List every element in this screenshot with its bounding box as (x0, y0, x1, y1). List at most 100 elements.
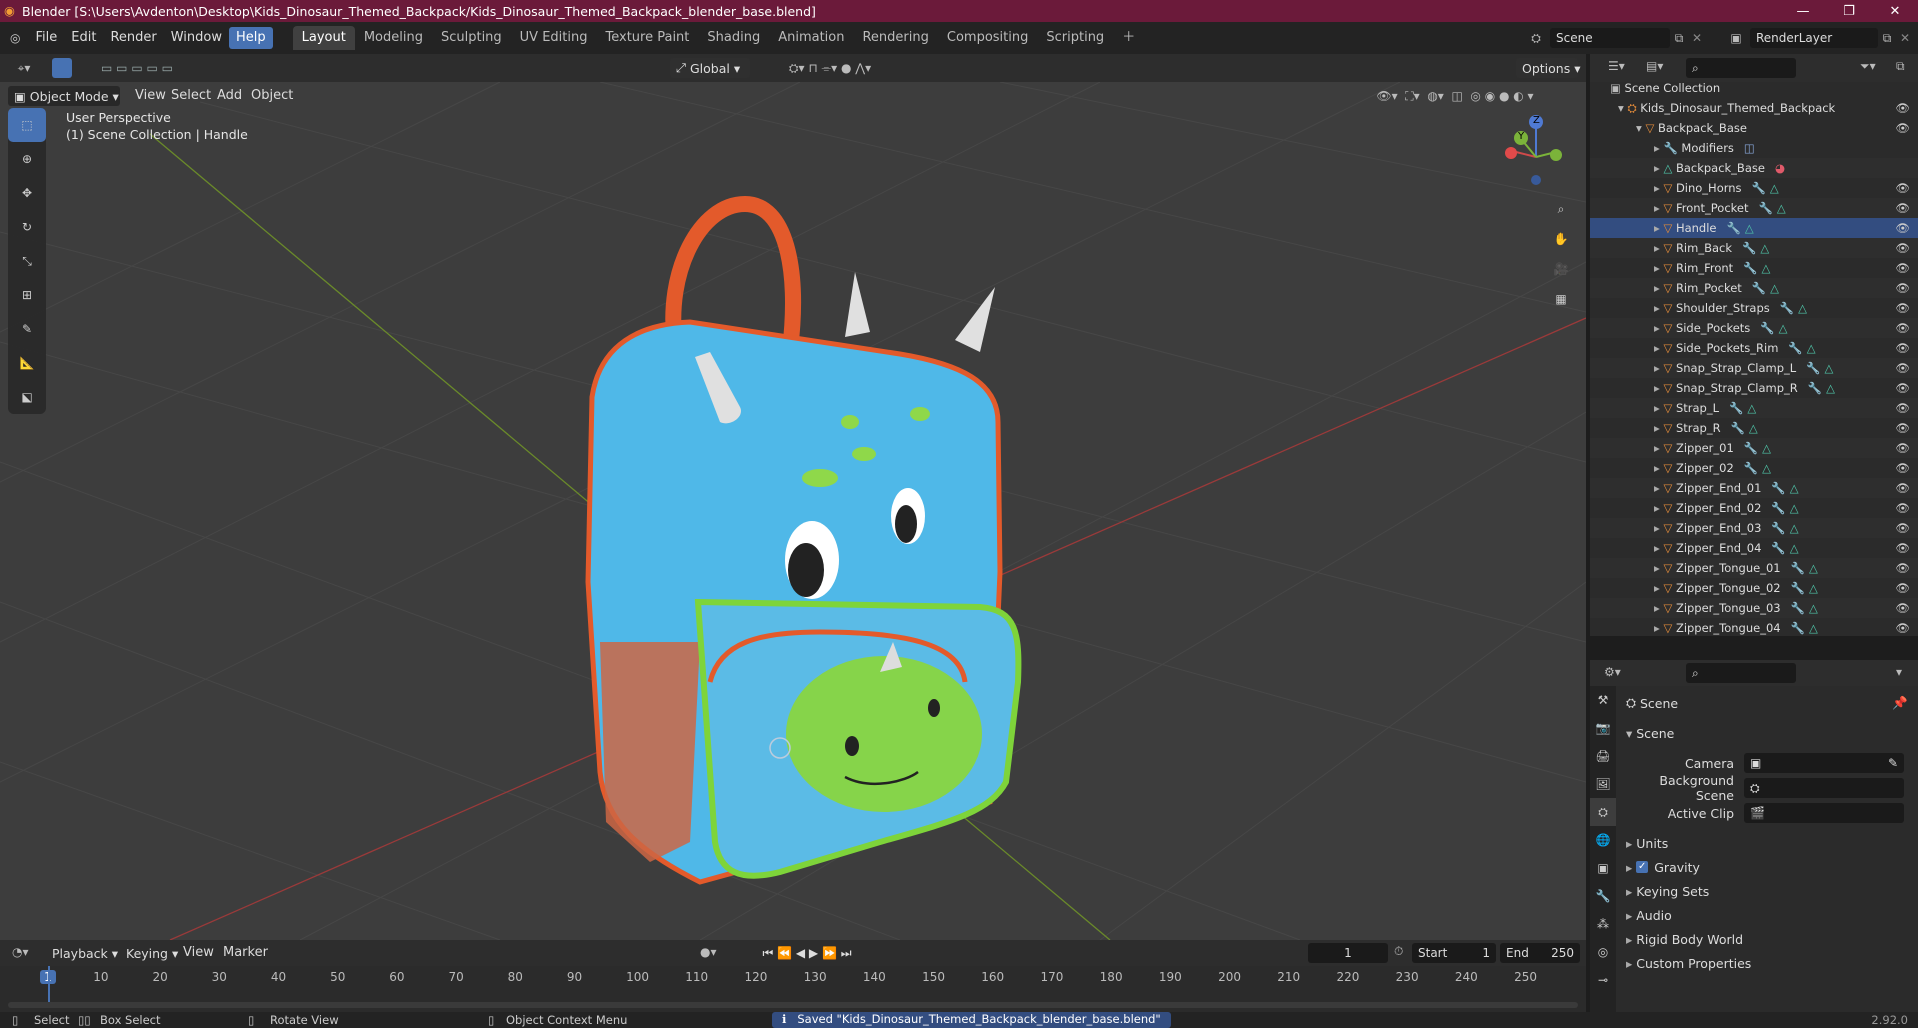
render-layer-field[interactable]: RenderLayer (1750, 28, 1878, 48)
menu-window[interactable]: Window (164, 27, 229, 49)
select-mode-icons[interactable]: ▭ ▭ ▭ ▭ ▭ (92, 60, 182, 76)
expand-icon[interactable]: ▸ (1654, 261, 1663, 275)
scene-selector[interactable]: ⛭ Scene ⧉ ✕ (1522, 27, 1706, 49)
add-workspace-icon[interactable]: ＋ (1113, 26, 1144, 50)
visibility-eye-icon[interactable]: 👁 (1895, 361, 1910, 375)
measure-tool-icon[interactable]: 📐 (8, 346, 46, 380)
select-box-tool-icon[interactable]: ⬚ (8, 108, 46, 142)
eyedropper-icon[interactable]: ✎ (1888, 756, 1898, 770)
properties-editor-icon[interactable]: ⚙▾ (1604, 665, 1621, 679)
menu-help[interactable]: Help (228, 27, 273, 49)
outliner-row-handle[interactable]: ▸ ▽ Handle 🔧 △ 👁 (1590, 218, 1918, 238)
section-audio[interactable]: ▸ Audio (1626, 904, 1918, 926)
outliner-row-shoulder-straps[interactable]: ▸ ▽ Shoulder_Straps 🔧 △ 👁 (1590, 298, 1918, 318)
playback-controls[interactable]: ⏮ ⏪ ◀ ▶ ⏩ ⏭ (748, 944, 866, 962)
expand-icon[interactable]: ▸ (1654, 361, 1663, 375)
snapping-controls[interactable]: ⛭▾ ⊓ ⌯▾ ● ⋀▾ (760, 60, 900, 76)
section-custom-properties[interactable]: ▸ Custom Properties (1626, 952, 1918, 974)
add-cube-tool-icon[interactable]: ⬕ (8, 380, 46, 414)
keying-menu[interactable]: Keying ▾ (120, 943, 178, 963)
visibility-eye-icon[interactable]: 👁 (1895, 221, 1910, 235)
scene-name-field[interactable]: Scene (1550, 28, 1670, 48)
section-keying-sets[interactable]: ▸ Keying Sets (1626, 880, 1918, 902)
maximize-button[interactable]: ❐ (1826, 0, 1872, 22)
visibility-eye-icon[interactable]: 👁 (1895, 321, 1910, 335)
rotate-tool-icon[interactable]: ↻ (8, 210, 46, 244)
visibility-eye-icon[interactable]: 👁 (1895, 381, 1910, 395)
world-tab-icon[interactable]: 🌐 (1590, 826, 1616, 854)
view-layer-tab-icon[interactable]: 🖼 (1590, 770, 1616, 798)
menu-render[interactable]: Render (103, 27, 163, 49)
outliner-editor-icon[interactable]: ☰▾ (1608, 59, 1625, 73)
expand-icon[interactable]: ▸ (1654, 421, 1663, 435)
copy-layer-icon[interactable]: ⧉ (1878, 31, 1896, 46)
camera-view-icon[interactable]: 🎥 (1548, 254, 1574, 284)
visibility-eye-icon[interactable]: 👁 (1895, 621, 1910, 635)
visibility-eye-icon[interactable]: 👁 (1895, 601, 1910, 615)
object-tab-icon[interactable]: ▣ (1590, 854, 1616, 882)
minimize-button[interactable]: — (1780, 0, 1826, 22)
remove-layer-icon[interactable]: ✕ (1896, 31, 1914, 45)
tab-uv-editing[interactable]: UV Editing (511, 26, 597, 50)
outliner-row-side-pockets[interactable]: ▸ ▽ Side_Pockets 🔧 △ 👁 (1590, 318, 1918, 338)
visibility-eye-icon[interactable]: 👁 (1895, 101, 1910, 115)
outliner-row-zipper-tongue-02[interactable]: ▸ ▽ Zipper_Tongue_02 🔧 △ 👁 (1590, 578, 1918, 598)
outliner-row-zipper-end-02[interactable]: ▸ ▽ Zipper_End_02 🔧 △ 👁 (1590, 498, 1918, 518)
expand-icon[interactable]: ▸ (1654, 281, 1663, 295)
copy-icon[interactable]: ⧉ (1670, 31, 1688, 46)
expand-icon[interactable]: ▸ (1654, 381, 1663, 395)
expand-icon[interactable]: ▸ (1654, 581, 1663, 595)
ortho-grid-icon[interactable]: ▦ (1548, 284, 1574, 314)
end-frame-field[interactable]: End 250 (1500, 943, 1580, 963)
collapse-icon[interactable]: ▾ (1896, 665, 1902, 679)
outliner-row-zipper-end-04[interactable]: ▸ ▽ Zipper_End_04 🔧 △ 👁 (1590, 538, 1918, 558)
expand-icon[interactable]: ▸ (1654, 501, 1663, 515)
tab-texture-paint[interactable]: Texture Paint (597, 26, 699, 50)
tab-scripting[interactable]: Scripting (1037, 26, 1113, 50)
tab-rendering[interactable]: Rendering (853, 26, 937, 50)
expand-icon[interactable]: ▸ (1654, 401, 1663, 415)
output-tab-icon[interactable]: 🖨 (1590, 742, 1616, 770)
3d-viewport[interactable]: Z Y ⌕ ✋ 🎥 ▦ (0, 82, 1586, 940)
section-gravity[interactable]: ▸ ✓ Gravity (1626, 856, 1918, 878)
tab-compositing[interactable]: Compositing (938, 26, 1038, 50)
expand-icon[interactable]: ▸ (1654, 621, 1663, 635)
expand-icon[interactable]: ▸ (1654, 481, 1663, 495)
visibility-eye-icon[interactable]: 👁 (1895, 341, 1910, 355)
modifier-tab-icon[interactable]: 🔧 (1590, 882, 1616, 910)
section-units[interactable]: ▸ Units (1626, 832, 1918, 854)
expand-icon[interactable]: ▾ (1636, 121, 1645, 135)
tab-modeling[interactable]: Modeling (355, 26, 432, 50)
mode-dropdown[interactable]: ▣ Object Mode ▾ (8, 86, 120, 106)
record-icon[interactable]: ●▾ (700, 945, 717, 959)
editor-type-icon[interactable]: ⌖▾ (12, 59, 36, 77)
pin-icon[interactable]: 📌 (1892, 695, 1908, 711)
visibility-eye-icon[interactable]: 👁 (1895, 261, 1910, 275)
cursor-tool-icon[interactable]: ⊕ (8, 142, 46, 176)
outliner-row-snap-strap-clamp-l[interactable]: ▸ ▽ Snap_Strap_Clamp_L 🔧 △ 👁 (1590, 358, 1918, 378)
visibility-eye-icon[interactable]: 👁 (1895, 441, 1910, 455)
annotate-tool-icon[interactable]: ✎ (8, 312, 46, 346)
outliner-row-snap-strap-clamp-r[interactable]: ▸ ▽ Snap_Strap_Clamp_R 🔧 △ 👁 (1590, 378, 1918, 398)
transform-tool-icon[interactable]: ⊞ (8, 278, 46, 312)
viewport-menu-object[interactable]: Object (244, 85, 300, 107)
new-collection-icon[interactable]: ⧉ (1896, 59, 1905, 74)
expand-icon[interactable]: ▸ (1654, 241, 1663, 255)
timeline-scrollbar[interactable] (8, 1002, 1578, 1008)
expand-icon[interactable]: ▸ (1654, 341, 1663, 355)
outliner-row-zipper-end-03[interactable]: ▸ ▽ Zipper_End_03 🔧 △ 👁 (1590, 518, 1918, 538)
visibility-eye-icon[interactable]: 👁 (1895, 461, 1910, 475)
options-dropdown[interactable]: Options ▾ (1516, 58, 1580, 78)
outliner-row-rim-front[interactable]: ▸ ▽ Rim_Front 🔧 △ 👁 (1590, 258, 1918, 278)
menu-file[interactable]: File (28, 27, 64, 49)
visibility-eye-icon[interactable]: 👁 (1895, 281, 1910, 295)
visibility-eye-icon[interactable]: 👁 (1895, 201, 1910, 215)
visibility-eye-icon[interactable]: 👁 (1895, 521, 1910, 535)
visibility-eye-icon[interactable]: 👁 (1895, 401, 1910, 415)
select-tool-active-icon[interactable] (52, 58, 72, 78)
outliner-row-zipper-tongue-04[interactable]: ▸ ▽ Zipper_Tongue_04 🔧 △ 👁 (1590, 618, 1918, 638)
visibility-eye-icon[interactable]: 👁 (1895, 481, 1910, 495)
stopwatch-icon[interactable]: ⏱ (1394, 944, 1403, 959)
move-tool-icon[interactable]: ✥ (8, 176, 46, 210)
visibility-eye-icon[interactable]: 👁 (1895, 301, 1910, 315)
